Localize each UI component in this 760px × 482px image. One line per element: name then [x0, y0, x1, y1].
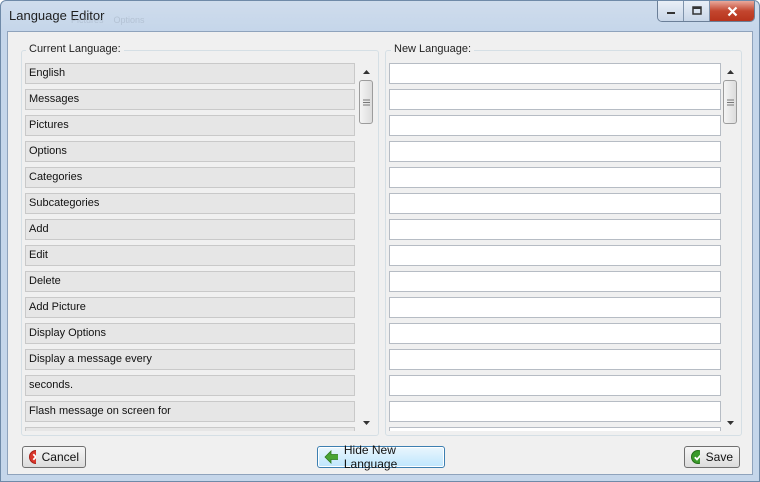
current-language-item: milliseconds [25, 427, 355, 431]
left-arrow-icon [324, 450, 338, 464]
dialog-body: Current Language: English Messages Picture… [7, 31, 753, 475]
current-language-item: Display Options [25, 323, 355, 344]
new-language-field[interactable] [389, 427, 721, 431]
current-language-item: Messages [25, 89, 355, 110]
maximize-icon [691, 6, 702, 15]
checkmark-icon [691, 450, 700, 464]
current-language-item: Add Picture [25, 297, 355, 318]
save-button-label: Save [705, 450, 733, 464]
maximize-button[interactable] [684, 1, 710, 21]
current-language-item: Options [25, 141, 355, 162]
minimize-icon [666, 12, 675, 14]
new-language-field[interactable] [389, 271, 721, 292]
current-language-item: English [25, 63, 355, 84]
scroll-down-button[interactable] [722, 414, 739, 431]
new-language-field[interactable] [389, 167, 721, 188]
new-language-field[interactable] [389, 375, 721, 396]
title-bar[interactable]: Language Editor Pictures Options [1, 1, 759, 31]
cancel-button-label: Cancel [41, 450, 79, 464]
scroll-up-arrow-icon [363, 69, 370, 74]
new-language-field[interactable] [389, 193, 721, 214]
current-language-group: Current Language: English Messages Picture… [21, 43, 379, 436]
grip-icon [362, 99, 370, 105]
current-language-item: Display a message every [25, 349, 355, 370]
current-language-item: seconds. [25, 375, 355, 396]
language-editor-window: Language Editor Pictures Options Current… [0, 0, 760, 482]
new-language-field[interactable] [389, 115, 721, 136]
scroll-up-button[interactable] [722, 63, 739, 80]
new-language-field[interactable] [389, 297, 721, 318]
new-language-field[interactable] [389, 219, 721, 240]
new-language-list [389, 63, 721, 431]
background-ghost-text: Pictures Options [71, 15, 145, 25]
window-controls [657, 1, 755, 22]
current-language-item: Categories [25, 167, 355, 188]
new-language-label: New Language: [391, 43, 475, 55]
scroll-down-arrow-icon [727, 420, 734, 425]
new-language-field[interactable] [389, 401, 721, 422]
new-language-field[interactable] [389, 349, 721, 370]
close-icon [727, 6, 737, 16]
current-language-item: Edit [25, 245, 355, 266]
current-language-item: Subcategories [25, 193, 355, 214]
hide-new-language-button[interactable]: Hide New Language [317, 443, 445, 471]
hide-new-language-label: Hide New Language [343, 443, 398, 471]
current-language-item: Add [25, 219, 355, 240]
scroll-thumb[interactable] [723, 80, 737, 124]
minimize-button[interactable] [658, 1, 684, 21]
scroll-down-arrow-icon [363, 420, 370, 425]
current-language-item: Pictures [25, 115, 355, 136]
cancel-button[interactable]: Cancel [22, 446, 86, 468]
cancel-x-icon [29, 450, 36, 464]
current-language-scrollbar[interactable] [358, 63, 375, 431]
close-button[interactable] [710, 1, 754, 21]
current-language-item: Flash message on screen for [25, 401, 355, 422]
save-button[interactable]: Save [684, 446, 740, 468]
new-language-group: New Language: [385, 43, 742, 436]
grip-icon [726, 99, 734, 105]
new-language-scrollbar[interactable] [722, 63, 739, 431]
scroll-up-arrow-icon [727, 69, 734, 74]
new-language-field[interactable] [389, 89, 721, 110]
new-language-field[interactable] [389, 245, 721, 266]
scroll-down-button[interactable] [358, 414, 375, 431]
new-language-field[interactable] [389, 141, 721, 162]
current-language-list: English Messages Pictures Options Categories… [25, 63, 355, 431]
current-language-label: Current Language: [26, 43, 124, 55]
new-language-field[interactable] [389, 323, 721, 344]
new-language-field[interactable] [389, 63, 721, 84]
scroll-thumb[interactable] [359, 80, 373, 124]
current-language-item: Delete [25, 271, 355, 292]
scroll-up-button[interactable] [358, 63, 375, 80]
